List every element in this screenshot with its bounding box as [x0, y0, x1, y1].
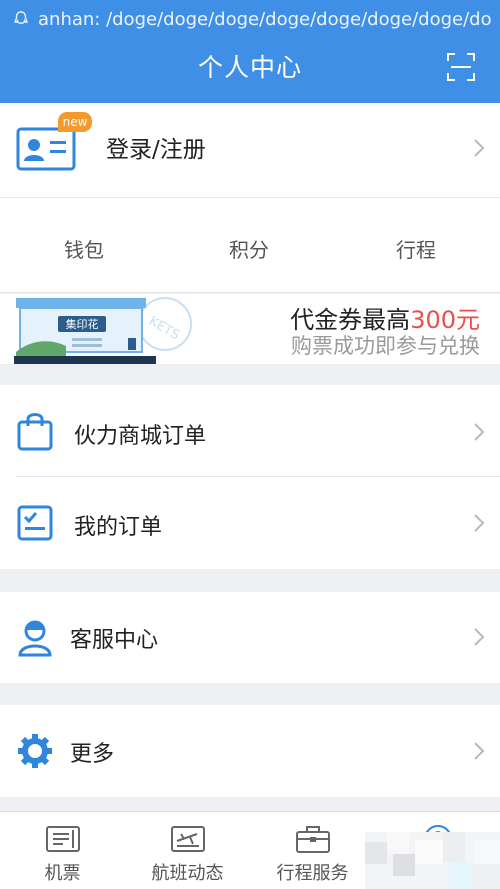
ticket-icon — [46, 826, 80, 852]
more-label: 更多 — [70, 742, 115, 767]
svg-text:KETS: KETS — [146, 314, 182, 343]
wallet-link[interactable]: 钱包 — [64, 234, 104, 263]
customer-service-row[interactable]: 客服中心 — [0, 592, 500, 683]
tab-tickets-label: 机票 — [44, 863, 81, 884]
chevron-right-icon — [474, 514, 485, 532]
tab-flight-status-label: 航班动态 — [151, 863, 224, 884]
promo-banner[interactable]: KETS 集印花 代金券最高300元 购票成功即参与兑换 — [0, 294, 500, 364]
chevron-right-icon — [474, 139, 485, 157]
gear-icon — [18, 734, 52, 768]
stamp-label: 集印花 — [66, 317, 99, 331]
order-list-icon — [17, 505, 53, 541]
itinerary-link[interactable]: 行程 — [396, 234, 436, 263]
qq-icon — [14, 11, 28, 24]
banner-subtitle: 购票成功即参与兑换 — [291, 334, 480, 358]
flight-status-icon — [171, 826, 205, 852]
chevron-right-icon — [474, 423, 485, 441]
briefcase-icon — [296, 826, 330, 853]
tab-flight-status[interactable]: 航班动态 — [125, 812, 250, 889]
tab-tickets[interactable]: 机票 — [0, 812, 125, 889]
pixelated-overlay — [365, 832, 500, 889]
mall-orders-label: 伙力商城订单 — [74, 424, 207, 449]
shopping-bag-icon — [17, 413, 53, 451]
points-link[interactable]: 积分 — [229, 234, 269, 263]
chevron-right-icon — [474, 742, 485, 760]
top-header: anhan: /doge/doge/doge/doge/doge/doge/do… — [0, 0, 500, 103]
customer-service-label: 客服中心 — [70, 628, 159, 653]
tab-trip-services-label: 行程服务 — [276, 863, 349, 884]
chevron-right-icon — [474, 628, 485, 646]
quick-links-row: 钱包 积分 行程 — [0, 198, 500, 293]
status-url-text: anhan: /doge/doge/doge/doge/doge/doge/do… — [38, 8, 492, 30]
orders-group — [0, 385, 500, 569]
login-register-label: 登录/注册 — [106, 137, 206, 163]
stamp-collection-illustration: KETS 集印花 — [14, 297, 192, 364]
my-orders-label: 我的订单 — [74, 515, 163, 540]
status-bar: anhan: /doge/doge/doge/doge/doge/doge/do… — [0, 0, 500, 38]
divider — [16, 476, 500, 477]
page-title: 个人中心 — [197, 53, 302, 82]
customer-service-icon — [18, 620, 52, 657]
scan-icon[interactable] — [446, 52, 476, 82]
new-badge: new — [58, 112, 92, 132]
tab-trip-services[interactable]: 行程服务 — [250, 812, 375, 889]
more-row[interactable]: 更多 — [0, 705, 500, 797]
